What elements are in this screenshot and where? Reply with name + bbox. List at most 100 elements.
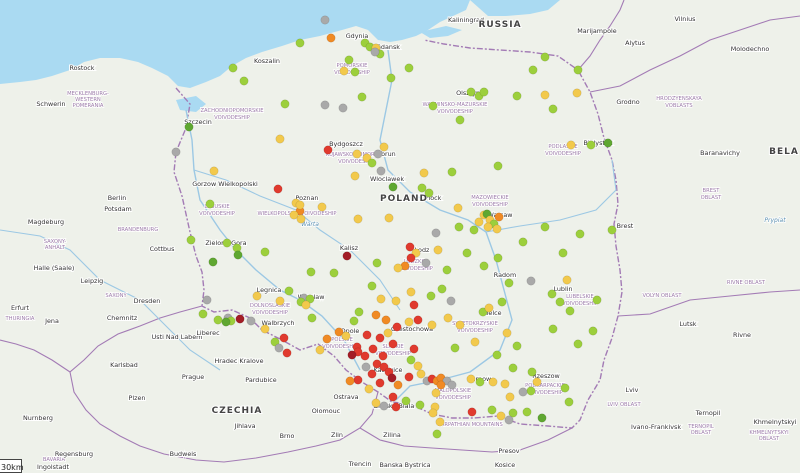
station-marker-good[interactable]	[573, 339, 583, 349]
station-marker-good[interactable]	[466, 87, 476, 97]
station-marker-moderate[interactable]	[350, 171, 360, 181]
station-marker-bad[interactable]	[409, 300, 419, 310]
station-marker-bad[interactable]	[360, 351, 370, 361]
station-marker-good[interactable]	[442, 265, 452, 275]
station-marker-good[interactable]	[560, 383, 570, 393]
station-marker-bad[interactable]	[375, 378, 385, 388]
station-marker-bad[interactable]	[368, 344, 378, 354]
station-marker-good[interactable]	[239, 76, 249, 86]
station-marker-good[interactable]	[357, 92, 367, 102]
station-marker-good[interactable]	[367, 158, 377, 168]
station-marker-sufficient[interactable]	[326, 33, 336, 43]
station-marker-moderate[interactable]	[428, 408, 438, 418]
station-marker-good[interactable]	[548, 104, 558, 114]
station-marker-moderate[interactable]	[435, 417, 445, 427]
station-marker-sufficient[interactable]	[371, 310, 381, 320]
station-marker-moderate[interactable]	[301, 300, 311, 310]
station-marker-moderate[interactable]	[500, 379, 510, 389]
station-marker-moderate[interactable]	[532, 377, 542, 387]
station-marker-moderate[interactable]	[505, 392, 515, 402]
station-marker-moderate[interactable]	[260, 324, 270, 334]
station-marker-moderate[interactable]	[562, 275, 572, 285]
station-marker-no-data[interactable]	[274, 343, 284, 353]
station-marker-good[interactable]	[306, 267, 316, 277]
station-marker-good[interactable]	[349, 316, 359, 326]
station-marker-moderate[interactable]	[496, 411, 506, 421]
station-marker-moderate[interactable]	[353, 214, 363, 224]
station-marker-good[interactable]	[522, 407, 532, 417]
station-marker-sufficient[interactable]	[345, 376, 355, 386]
station-marker-good[interactable]	[350, 67, 360, 77]
station-marker-sufficient[interactable]	[393, 380, 403, 390]
station-marker-good[interactable]	[424, 188, 434, 198]
station-marker-moderate[interactable]	[492, 224, 502, 234]
station-marker-moderate[interactable]	[572, 88, 582, 98]
station-marker-bad[interactable]	[367, 369, 377, 379]
station-marker-moderate[interactable]	[383, 328, 393, 338]
station-marker-good[interactable]	[329, 268, 339, 278]
station-marker-no-data[interactable]	[246, 316, 256, 326]
station-marker-good[interactable]	[540, 222, 550, 232]
station-marker-good[interactable]	[497, 297, 507, 307]
station-marker-moderate[interactable]	[566, 140, 576, 150]
station-marker-sufficient[interactable]	[494, 212, 504, 222]
station-marker-good[interactable]	[607, 225, 617, 235]
station-marker-good[interactable]	[508, 363, 518, 373]
station-marker-very-bad[interactable]	[387, 373, 397, 383]
station-marker-moderate[interactable]	[364, 384, 374, 394]
station-marker-good[interactable]	[454, 222, 464, 232]
station-marker-no-data[interactable]	[446, 296, 456, 306]
station-marker-very-good[interactable]	[221, 317, 231, 327]
station-marker-good[interactable]	[450, 343, 460, 353]
station-marker-good[interactable]	[564, 397, 574, 407]
station-marker-good[interactable]	[260, 247, 270, 257]
station-marker-very-bad[interactable]	[235, 314, 245, 324]
station-marker-moderate[interactable]	[474, 217, 484, 227]
station-marker-good[interactable]	[547, 289, 557, 299]
station-marker-good[interactable]	[462, 248, 472, 258]
station-marker-moderate[interactable]	[433, 245, 443, 255]
station-marker-moderate[interactable]	[275, 134, 285, 144]
station-marker-moderate[interactable]	[413, 361, 423, 371]
station-marker-moderate[interactable]	[252, 291, 262, 301]
station-marker-good[interactable]	[228, 63, 238, 73]
station-marker-good[interactable]	[344, 55, 354, 65]
station-marker-very-bad[interactable]	[342, 251, 352, 261]
station-marker-moderate[interactable]	[466, 374, 476, 384]
station-marker-moderate[interactable]	[352, 149, 362, 159]
station-marker-no-data[interactable]	[518, 387, 528, 397]
station-marker-no-data[interactable]	[376, 166, 386, 176]
station-marker-good[interactable]	[386, 73, 396, 83]
station-marker-good[interactable]	[354, 307, 364, 317]
station-marker-bad[interactable]	[353, 375, 363, 385]
station-marker-sufficient[interactable]	[322, 334, 332, 344]
station-marker-bad[interactable]	[273, 184, 283, 194]
station-marker-bad[interactable]	[404, 372, 414, 382]
station-marker-moderate[interactable]	[317, 202, 327, 212]
station-marker-moderate[interactable]	[488, 377, 498, 387]
station-marker-good[interactable]	[372, 258, 382, 268]
station-marker-good[interactable]	[432, 429, 442, 439]
station-marker-good[interactable]	[475, 377, 485, 387]
station-marker-moderate[interactable]	[339, 66, 349, 76]
station-marker-good[interactable]	[527, 367, 537, 377]
station-marker-good[interactable]	[401, 396, 411, 406]
station-marker-bad[interactable]	[323, 145, 333, 155]
station-marker-bad[interactable]	[282, 348, 292, 358]
station-marker-very-good[interactable]	[184, 122, 194, 132]
station-marker-good[interactable]	[565, 306, 575, 316]
station-marker-good[interactable]	[307, 313, 317, 323]
station-marker-good[interactable]	[222, 238, 232, 248]
station-marker-good[interactable]	[558, 248, 568, 258]
station-marker-good[interactable]	[528, 65, 538, 75]
station-marker-moderate[interactable]	[404, 317, 414, 327]
station-marker-bad[interactable]	[406, 253, 416, 263]
station-marker-moderate[interactable]	[453, 203, 463, 213]
station-marker-moderate[interactable]	[483, 222, 493, 232]
station-marker-moderate[interactable]	[393, 263, 403, 273]
station-marker-good[interactable]	[186, 235, 196, 245]
station-marker-good[interactable]	[586, 140, 596, 150]
station-marker-no-data[interactable]	[373, 149, 383, 159]
station-marker-good[interactable]	[493, 253, 503, 263]
station-marker-good[interactable]	[404, 63, 414, 73]
